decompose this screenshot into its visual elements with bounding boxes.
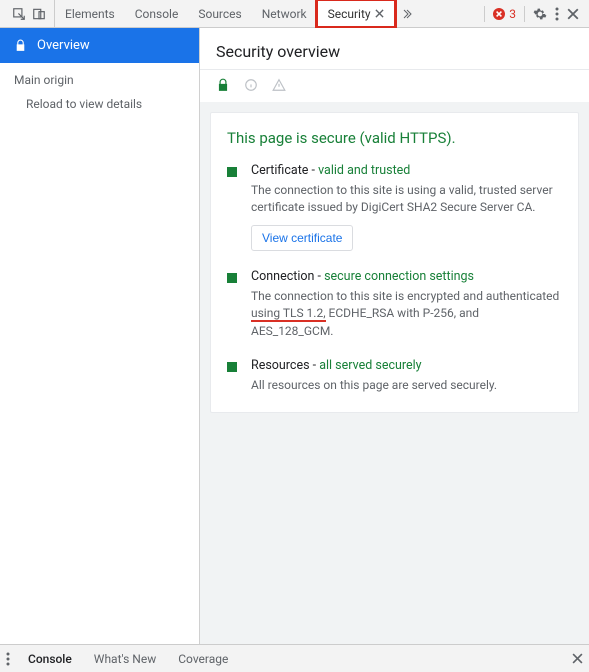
status-lock-icon	[216, 78, 230, 92]
drawer-tab-coverage[interactable]: Coverage	[174, 652, 232, 666]
divider	[484, 6, 485, 22]
inspect-icon[interactable]	[12, 7, 26, 21]
kebab-menu-icon[interactable]	[555, 7, 559, 21]
main-area: Overview Main origin Reload to view deta…	[0, 28, 589, 644]
tab-console[interactable]: Console	[125, 0, 189, 27]
tab-label: What's New	[94, 652, 156, 666]
drawer-tab-console[interactable]: Console	[24, 652, 76, 666]
error-icon	[493, 8, 505, 20]
bullet-icon	[227, 273, 237, 283]
section-status: all served securely	[319, 358, 421, 373]
drawer-tab-whatsnew[interactable]: What's New	[90, 652, 160, 666]
security-panel: Security overview This page is secure (v…	[200, 28, 589, 644]
section-title: Certificate - valid and trusted	[251, 163, 562, 178]
tab-label: Network	[262, 7, 307, 21]
devtools-tabbar: Elements Console Sources Network Securit…	[0, 0, 589, 28]
panel-title: Security overview	[200, 28, 589, 70]
tab-label: Coverage	[178, 652, 228, 666]
section-label: Certificate	[251, 163, 308, 178]
tab-sources[interactable]: Sources	[188, 0, 251, 27]
section-status: secure connection settings	[324, 269, 474, 284]
highlighted-text: using TLS 1.2,	[251, 306, 326, 322]
section-label: Connection	[251, 269, 314, 284]
tab-label: Console	[28, 652, 72, 666]
section-description: The connection to this site is using a v…	[251, 182, 562, 217]
status-warning-icon	[272, 78, 286, 92]
settings-gear-icon[interactable]	[533, 7, 547, 21]
tab-security[interactable]: Security	[317, 0, 395, 27]
security-sidebar: Overview Main origin Reload to view deta…	[0, 28, 200, 644]
view-certificate-button[interactable]: View certificate	[251, 225, 353, 251]
more-tabs-chevron-icon[interactable]	[395, 8, 419, 20]
close-drawer-icon[interactable]	[572, 653, 583, 664]
divider	[524, 6, 525, 22]
error-count-badge[interactable]: 3	[493, 7, 516, 21]
tabbar-right-cluster: 3	[478, 6, 585, 22]
lock-icon	[14, 39, 27, 52]
section-label: Resources	[251, 358, 310, 373]
sidebar-item-label: Overview	[37, 38, 90, 53]
close-tab-icon[interactable]	[375, 9, 384, 18]
drawer-tabbar: Console What's New Coverage	[0, 644, 589, 672]
device-toggle-icon[interactable]	[32, 7, 46, 21]
section-certificate: Certificate - valid and trusted The conn…	[227, 163, 562, 251]
section-title: Resources - all served securely	[251, 358, 562, 373]
section-connection: Connection - secure connection settings …	[227, 269, 562, 340]
section-resources: Resources - all served securely All reso…	[227, 358, 562, 394]
close-devtools-icon[interactable]	[567, 8, 579, 20]
tab-label: Sources	[198, 7, 241, 21]
section-title: Connection - secure connection settings	[251, 269, 562, 284]
section-description: The connection to this site is encrypted…	[251, 288, 562, 340]
security-card: This page is secure (valid HTTPS). Certi…	[210, 112, 579, 413]
section-status: valid and trusted	[318, 163, 410, 178]
tab-label: Elements	[65, 7, 115, 21]
bullet-icon	[227, 362, 237, 372]
tab-elements[interactable]: Elements	[55, 0, 125, 27]
dock-controls	[4, 0, 55, 27]
tab-network[interactable]: Network	[252, 0, 317, 27]
error-count: 3	[509, 7, 516, 21]
status-icon-row	[200, 70, 589, 102]
bullet-icon	[227, 167, 237, 177]
section-description: All resources on this page are served se…	[251, 377, 562, 394]
drawer-kebab-icon[interactable]	[6, 652, 10, 666]
sidebar-item-reload-details[interactable]: Reload to view details	[0, 91, 199, 117]
sidebar-group-main-origin: Main origin	[0, 63, 199, 91]
sidebar-item-overview[interactable]: Overview	[0, 28, 199, 63]
secure-headline: This page is secure (valid HTTPS).	[227, 129, 562, 147]
tab-label: Console	[135, 7, 179, 21]
status-info-icon	[244, 78, 258, 92]
tab-label: Security	[328, 7, 371, 21]
